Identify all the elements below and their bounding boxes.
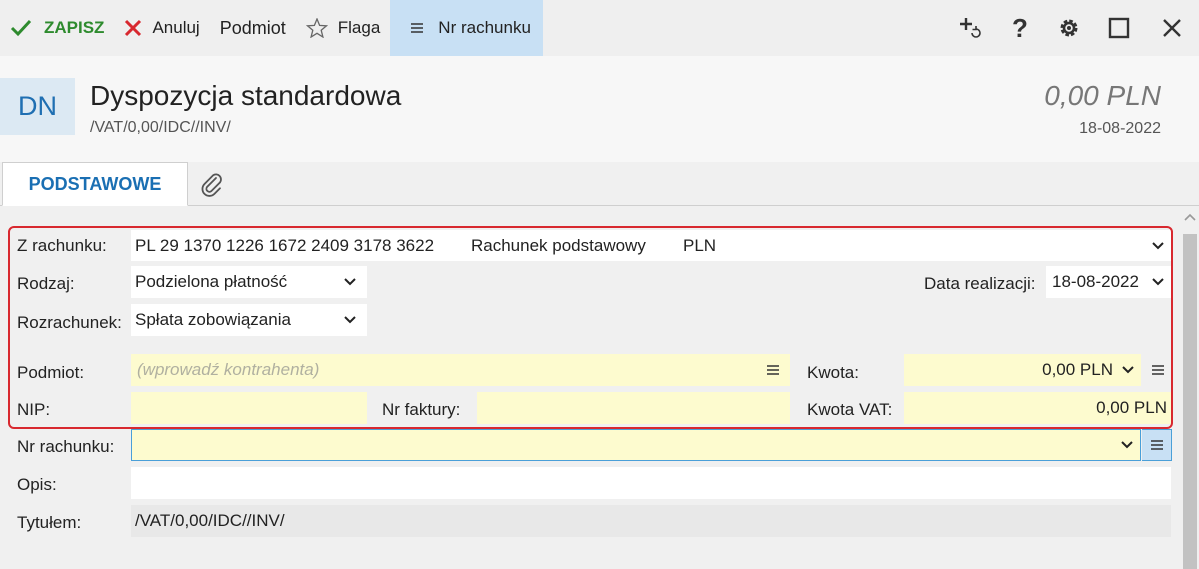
account-number-button[interactable]: Nr rachunku [390,0,543,56]
kind-value: Podzielona płatność [135,272,288,291]
chevron-down-icon [344,278,356,286]
gear-icon[interactable] [1044,0,1094,56]
menu-icon[interactable] [766,364,780,376]
from-account-select[interactable]: PL 29 1370 1226 1672 2409 3178 3622 Rach… [131,230,1171,261]
nip-input[interactable] [131,392,367,424]
document-subtitle: /VAT/0,00/IDC//INV/ [90,119,231,136]
subject-placeholder: (wprowadź kontrahenta) [137,360,320,379]
title-label: Tytułem: [17,513,82,532]
add-refresh-icon[interactable] [945,0,995,56]
cancel-label: Anuluj [152,18,200,37]
from-account-type: Rachunek podstawowy [471,235,646,255]
description-label: Opis: [17,475,57,494]
settlement-label: Rozrachunek: [17,313,122,332]
subject-label: Podmiot [219,17,286,38]
date-select[interactable]: 18-08-2022 [1046,266,1171,298]
chevron-up-icon[interactable] [1183,212,1197,222]
chevron-down-icon [1152,278,1164,286]
chevron-down-icon [1152,241,1164,249]
description-input[interactable] [131,467,1171,499]
cancel-button[interactable]: Anuluj [114,0,209,56]
vat-input[interactable]: 0,00 PLN [904,392,1171,424]
from-account-value: PL 29 1370 1226 1672 2409 3178 3622 [135,235,435,255]
flag-button[interactable]: Flaga [296,0,391,56]
document-date: 18-08-2022 [1079,120,1161,137]
help-icon[interactable]: ? [995,0,1045,56]
vat-label: Kwota VAT: [807,400,893,419]
flag-label: Flaga [337,18,381,37]
tab-bar: PODSTAWOWE [0,162,1199,206]
subject-label: Podmiot: [17,363,85,382]
amount-menu-icon[interactable] [1151,364,1165,376]
invoice-label: Nr faktury: [382,400,461,419]
document-type-badge: DN [0,78,75,135]
account-number-menu-button[interactable] [1142,429,1172,461]
title-input[interactable]: /VAT/0,00/IDC//INV/ [131,505,1171,537]
attachment-icon[interactable] [198,170,226,198]
account-number-label: Nr rachunku: [17,437,115,456]
from-account-label: Z rachunku: [17,236,107,255]
subject-input[interactable]: (wprowadź kontrahenta) [131,354,790,386]
menu-icon [1150,440,1163,450]
tab-basic[interactable]: PODSTAWOWE [2,162,188,206]
menu-icon [411,23,424,33]
invoice-input[interactable] [477,392,790,424]
kind-select[interactable]: Podzielona płatność [131,266,367,298]
maximize-icon[interactable] [1094,0,1144,56]
settlement-select[interactable]: Spłata zobowiązania [131,304,367,336]
title-value: /VAT/0,00/IDC//INV/ [135,511,285,530]
account-number-label: Nr rachunku [438,18,531,37]
amount-label: Kwota: [807,363,859,382]
settlement-value: Spłata zobowiązania [135,310,291,329]
date-label: Data realizacji: [924,274,1036,293]
save-button[interactable]: ZAPISZ [0,0,114,56]
scrollbar-thumb[interactable] [1183,234,1197,569]
document-header: DN Dyspozycja standardowa /VAT/0,00/IDC/… [0,56,1199,162]
save-label: ZAPISZ [44,18,105,37]
chevron-down-icon [1121,441,1133,449]
from-account-currency: PLN [683,235,717,255]
document-amount: 0,00 PLN [1044,80,1161,111]
nip-label: NIP: [17,400,51,419]
account-number-select[interactable] [131,429,1141,461]
amount-select[interactable]: 0,00 PLN [904,354,1141,386]
star-icon [305,18,328,38]
date-value: 18-08-2022 [1052,272,1139,291]
amount-value: 0,00 PLN [1042,360,1113,379]
chevron-down-icon [1122,366,1134,374]
close-red-icon [125,19,142,37]
vat-value: 0,00 PLN [1096,398,1167,417]
chevron-down-icon [344,316,356,324]
check-icon [10,19,32,37]
subject-button[interactable]: Podmiot [210,0,296,56]
page-title: Dyspozycja standardowa [90,80,402,111]
close-icon[interactable] [1147,0,1197,56]
kind-label: Rodzaj: [17,274,75,293]
